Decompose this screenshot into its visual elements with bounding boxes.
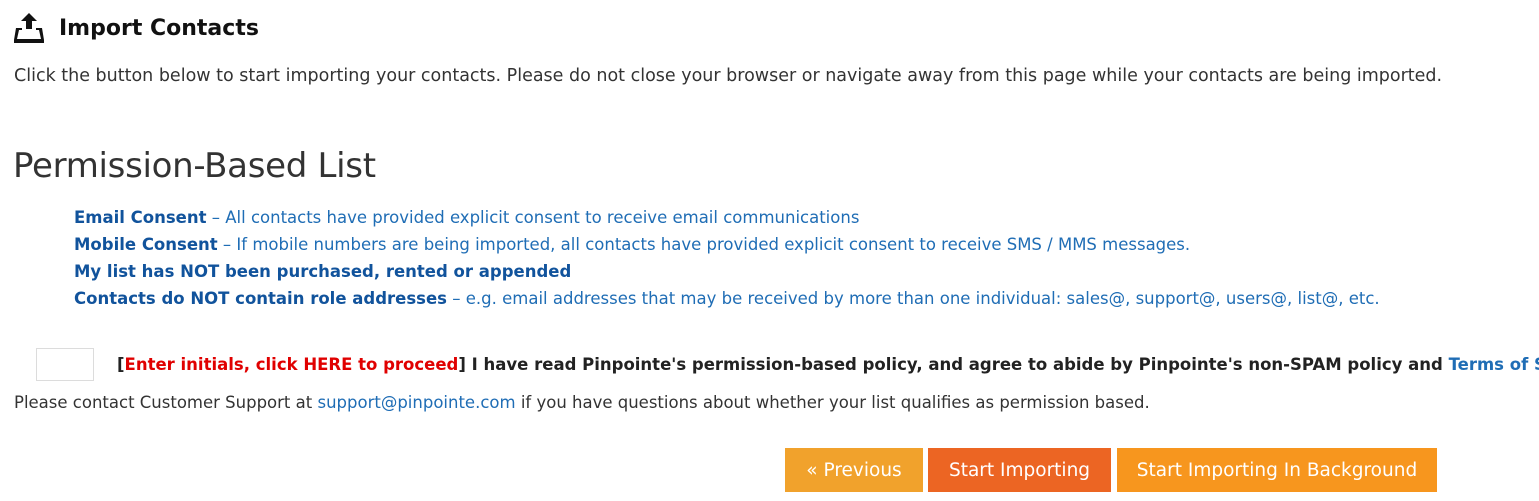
- requirement-label: Mobile Consent: [74, 235, 218, 254]
- agreement-row: [Enter initials, click HERE to proceed] …: [36, 348, 1539, 381]
- support-text-after: if you have questions about whether your…: [515, 393, 1150, 412]
- bracket-close: ]: [458, 355, 466, 374]
- terms-of-service-link[interactable]: Terms of Service: [1449, 355, 1539, 374]
- previous-button[interactable]: « Previous: [785, 448, 923, 492]
- agreement-text: [Enter initials, click HERE to proceed] …: [117, 355, 1539, 374]
- support-note: Please contact Customer Support at suppo…: [14, 393, 1150, 412]
- start-importing-button[interactable]: Start Importing: [928, 448, 1111, 492]
- page-header: Import Contacts: [14, 10, 259, 46]
- bracket-open: [: [117, 355, 125, 374]
- list-item: Mobile Consent – If mobile numbers are b…: [74, 233, 1380, 260]
- import-contacts-page: Import Contacts Click the button below t…: [0, 0, 1539, 501]
- support-text-before: Please contact Customer Support at: [14, 393, 318, 412]
- initials-input[interactable]: [36, 348, 94, 381]
- requirement-label: My list has NOT been purchased, rented o…: [74, 262, 572, 281]
- start-importing-background-button[interactable]: Start Importing In Background: [1117, 448, 1437, 492]
- intro-text: Click the button below to start importin…: [14, 66, 1443, 86]
- page-title: Import Contacts: [59, 15, 259, 41]
- support-email-link[interactable]: support@pinpointe.com: [317, 393, 515, 412]
- requirement-label: Contacts do NOT contain role addresses: [74, 289, 448, 308]
- permission-requirements-list: Email Consent – All contacts have provid…: [74, 206, 1380, 314]
- list-item: Email Consent – All contacts have provid…: [74, 206, 1380, 233]
- list-item: My list has NOT been purchased, rented o…: [74, 260, 1380, 287]
- requirement-detail: – e.g. email addresses that may be recei…: [447, 289, 1380, 308]
- upload-tray-icon: [14, 12, 44, 44]
- agreement-statement: I have read Pinpointe's permission-based…: [465, 355, 1449, 374]
- requirement-label: Email Consent: [74, 208, 207, 227]
- requirement-detail: – If mobile numbers are being imported, …: [217, 235, 1191, 254]
- permission-section-title: Permission-Based List: [13, 146, 376, 186]
- requirement-detail: – All contacts have provided explicit co…: [206, 208, 860, 227]
- list-item: Contacts do NOT contain role addresses –…: [74, 287, 1380, 314]
- initials-prompt[interactable]: Enter initials, click HERE to proceed: [125, 355, 459, 374]
